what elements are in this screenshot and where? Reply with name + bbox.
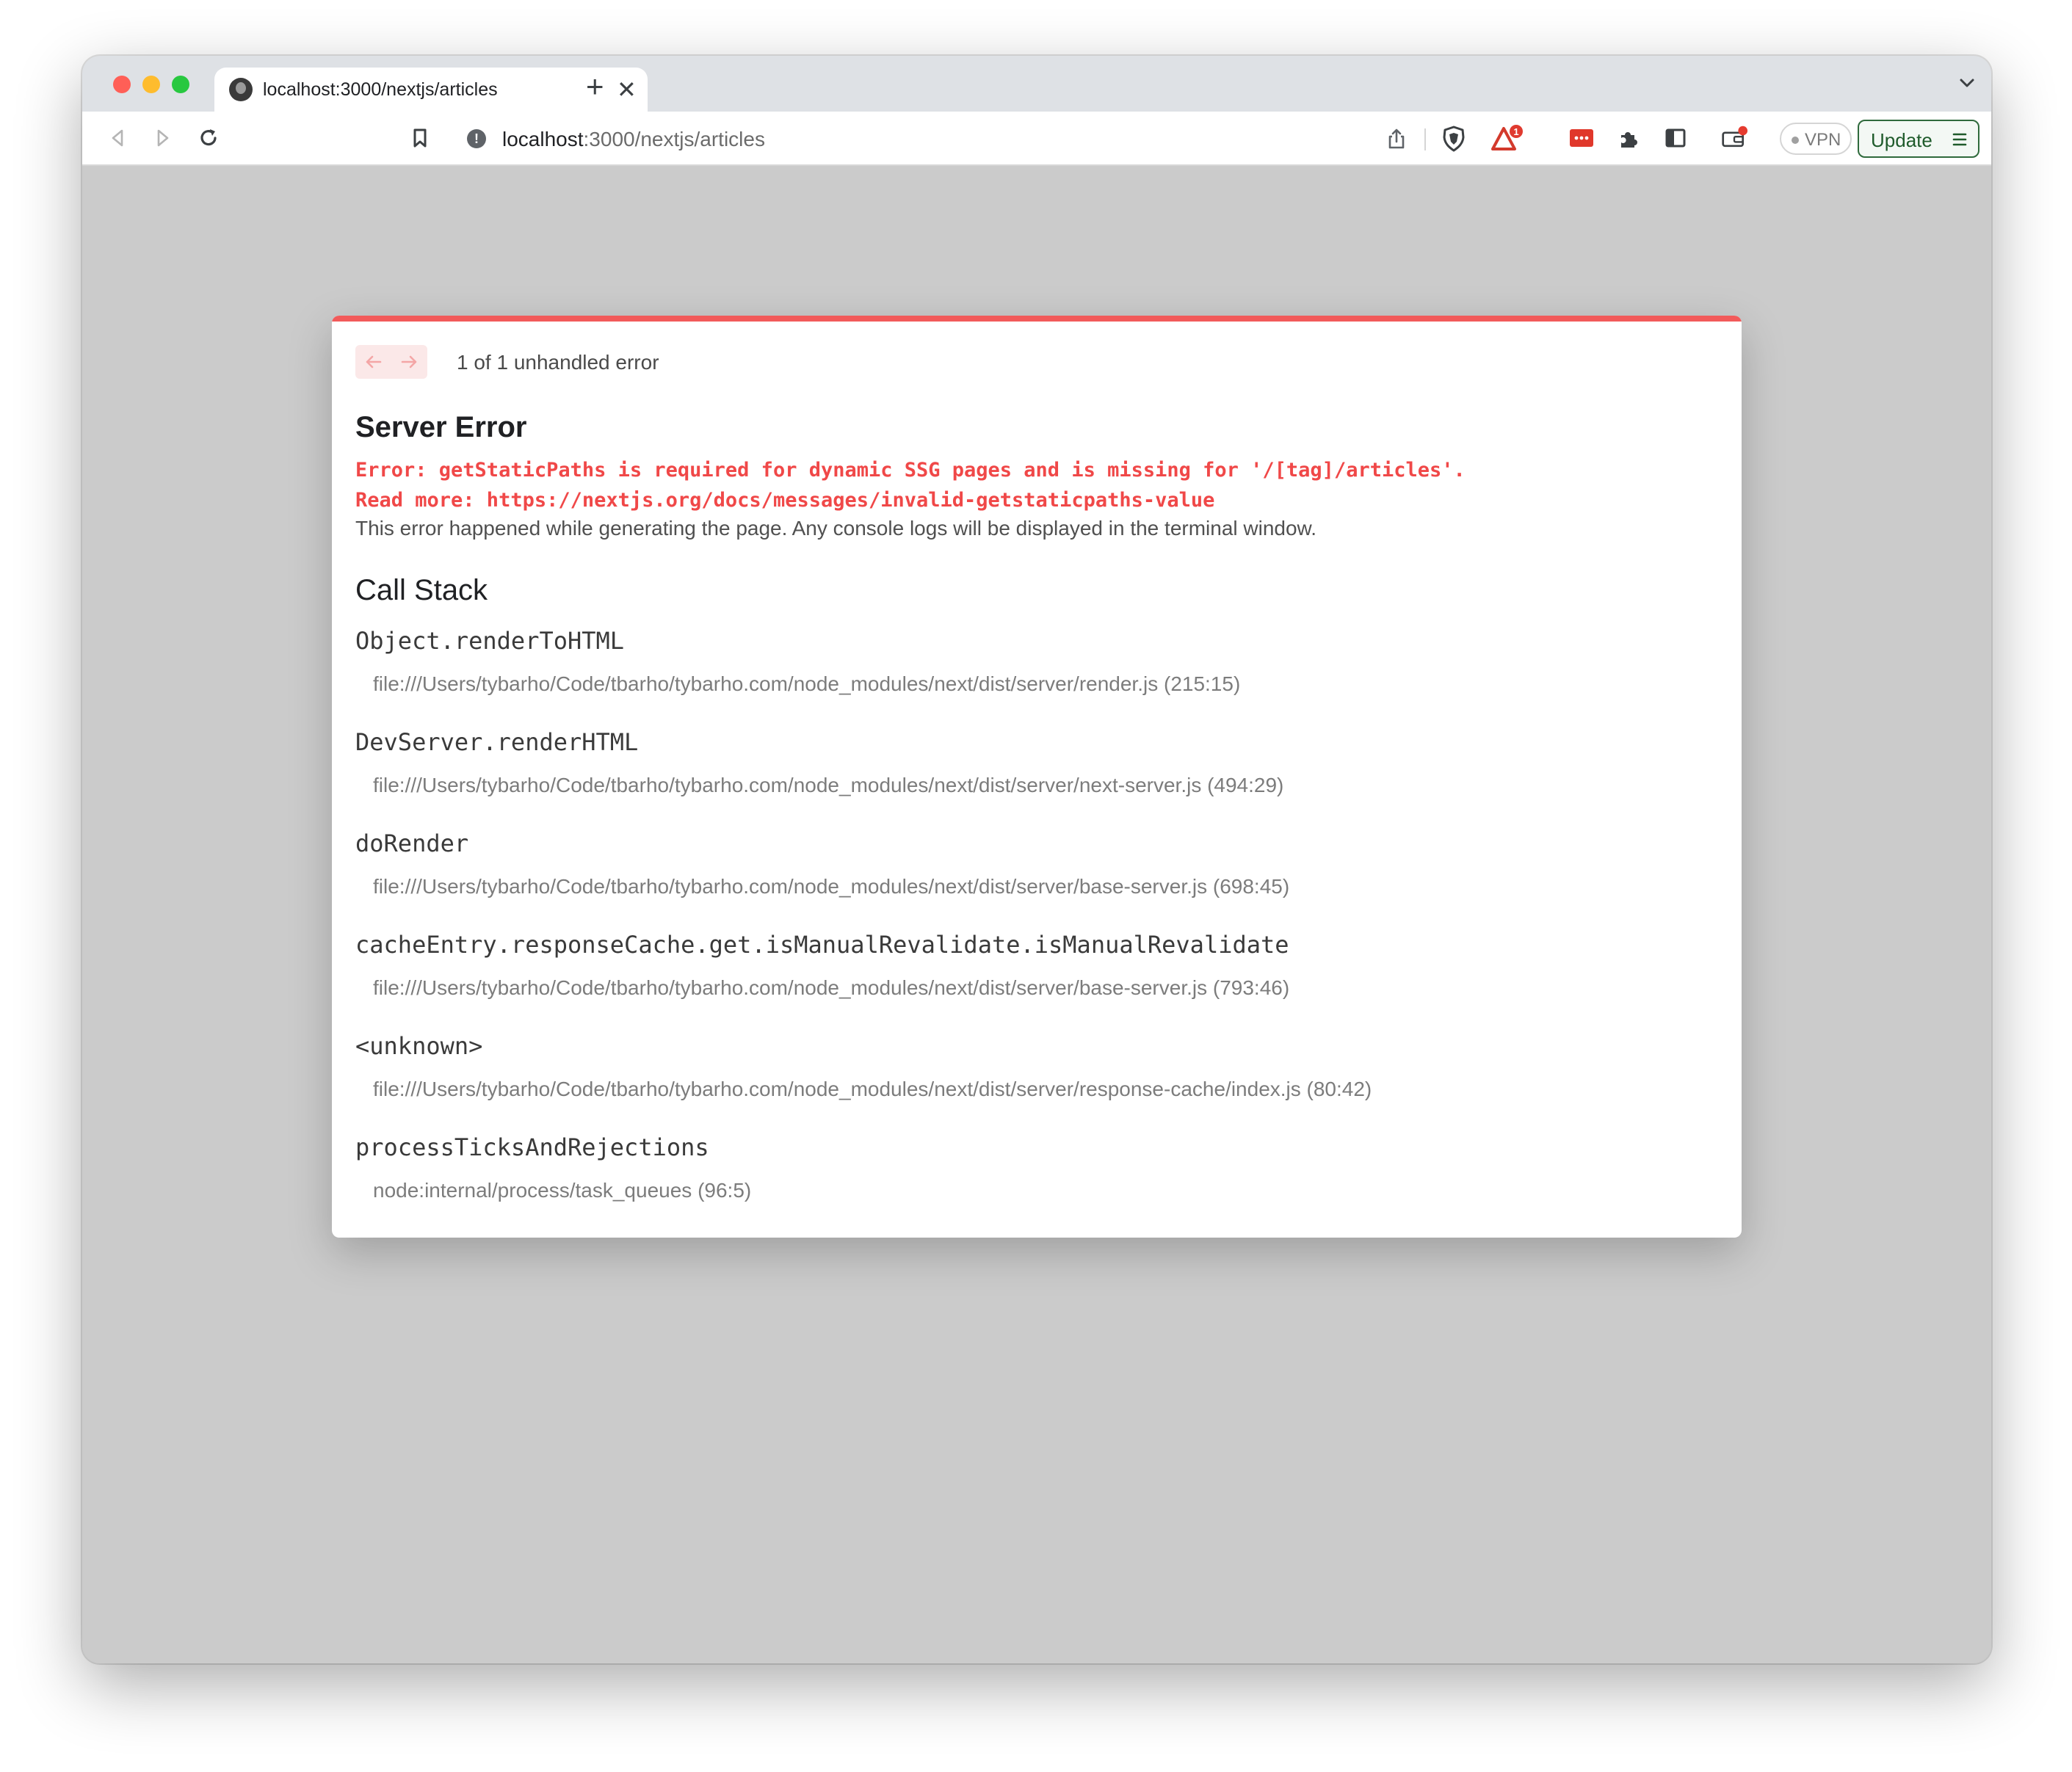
- tab-active[interactable]: localhost:3000/nextjs/articles ✕: [214, 68, 648, 112]
- address-divider: [1424, 128, 1426, 150]
- tab-strip: localhost:3000/nextjs/articles ✕ +: [82, 56, 1991, 112]
- vpn-button[interactable]: VPN: [1780, 123, 1852, 155]
- chevron-down-icon[interactable]: [1956, 72, 1978, 94]
- update-button[interactable]: Update: [1858, 120, 1979, 158]
- vpn-status-dot: [1792, 137, 1799, 144]
- error-read-more-link[interactable]: Read more: https://nextjs.org/docs/messa…: [355, 489, 1214, 512]
- stack-frame-name: <unknown>: [355, 1032, 483, 1060]
- tab-title: localhost:3000/nextjs/articles: [263, 79, 498, 100]
- vpn-label: VPN: [1805, 130, 1841, 150]
- share-icon[interactable]: [1383, 126, 1410, 152]
- stack-frame-name: doRender: [355, 829, 469, 857]
- error-pager: [355, 345, 427, 379]
- stack-frame-name: cacheEntry.responseCache.get.isManualRev…: [355, 931, 1289, 959]
- stack-frame-file[interactable]: node:internal/process/task_queues (96:5): [373, 1179, 751, 1202]
- error-message[interactable]: Error: getStaticPaths is required for dy…: [355, 455, 1466, 515]
- error-message-line-1: Error: getStaticPaths is required for dy…: [355, 459, 1466, 482]
- error-accent-bar: [332, 316, 1742, 322]
- previous-error-arrow-icon[interactable]: [363, 351, 385, 373]
- stack-frame-name: Object.renderToHTML: [355, 627, 625, 655]
- stack-frame-file[interactable]: file:///Users/tybarho/Code/tbarho/tybarh…: [373, 976, 1289, 1000]
- update-label: Update: [1871, 129, 1932, 151]
- stack-frame-file[interactable]: file:///Users/tybarho/Code/tbarho/tybarh…: [373, 672, 1240, 696]
- browser-toolbar: ! localhost:3000/nextjs/articles 1 VPN U…: [82, 112, 1991, 166]
- wallet-icon[interactable]: [1721, 125, 1747, 151]
- browser-window: localhost:3000/nextjs/articles ✕ + ! loc…: [82, 56, 1991, 1663]
- new-tab-button[interactable]: +: [586, 71, 604, 102]
- error-description: This error happened while generating the…: [355, 517, 1317, 540]
- error-title: Server Error: [355, 411, 527, 443]
- site-info-icon[interactable]: !: [467, 129, 486, 148]
- tab-close-icon[interactable]: ✕: [617, 76, 637, 104]
- address-text[interactable]: localhost:3000/nextjs/articles: [502, 128, 765, 151]
- error-count-text: 1 of 1 unhandled error: [457, 351, 659, 374]
- call-stack-title: Call Stack: [355, 574, 488, 606]
- extensions-puzzle-icon[interactable]: [1615, 125, 1642, 151]
- minimize-window-button[interactable]: [142, 76, 160, 93]
- close-window-button[interactable]: [113, 76, 131, 93]
- page-viewport: 1 of 1 unhandled error Server Error Erro…: [82, 166, 1991, 1663]
- stack-frame-file[interactable]: file:///Users/tybarho/Code/tbarho/tybarh…: [373, 1078, 1372, 1101]
- stack-frame-file[interactable]: file:///Users/tybarho/Code/tbarho/tybarh…: [373, 774, 1283, 797]
- stack-frame-file[interactable]: file:///Users/tybarho/Code/tbarho/tybarh…: [373, 875, 1289, 898]
- rewards-badge: 1: [1513, 126, 1518, 137]
- brave-rewards-icon[interactable]: 1: [1490, 124, 1523, 153]
- error-overlay-dialog: 1 of 1 unhandled error Server Error Erro…: [332, 316, 1742, 1238]
- menu-icon: [1952, 133, 1967, 146]
- brave-shields-icon[interactable]: [1439, 124, 1468, 153]
- maximize-window-button[interactable]: [172, 76, 189, 93]
- reload-icon[interactable]: [195, 125, 222, 151]
- favicon-icon: [229, 78, 253, 101]
- address-bar[interactable]: ! localhost:3000/nextjs/articles 1: [452, 118, 1523, 159]
- sidebar-icon[interactable]: [1662, 125, 1689, 151]
- forward-icon[interactable]: [150, 125, 176, 151]
- next-error-arrow-icon[interactable]: [398, 351, 420, 373]
- password-manager-icon[interactable]: [1568, 125, 1595, 151]
- stack-frame-name: DevServer.renderHTML: [355, 728, 639, 756]
- back-icon[interactable]: [104, 125, 131, 151]
- bookmark-icon[interactable]: [407, 125, 433, 151]
- stack-frame-name: processTicksAndRejections: [355, 1133, 709, 1161]
